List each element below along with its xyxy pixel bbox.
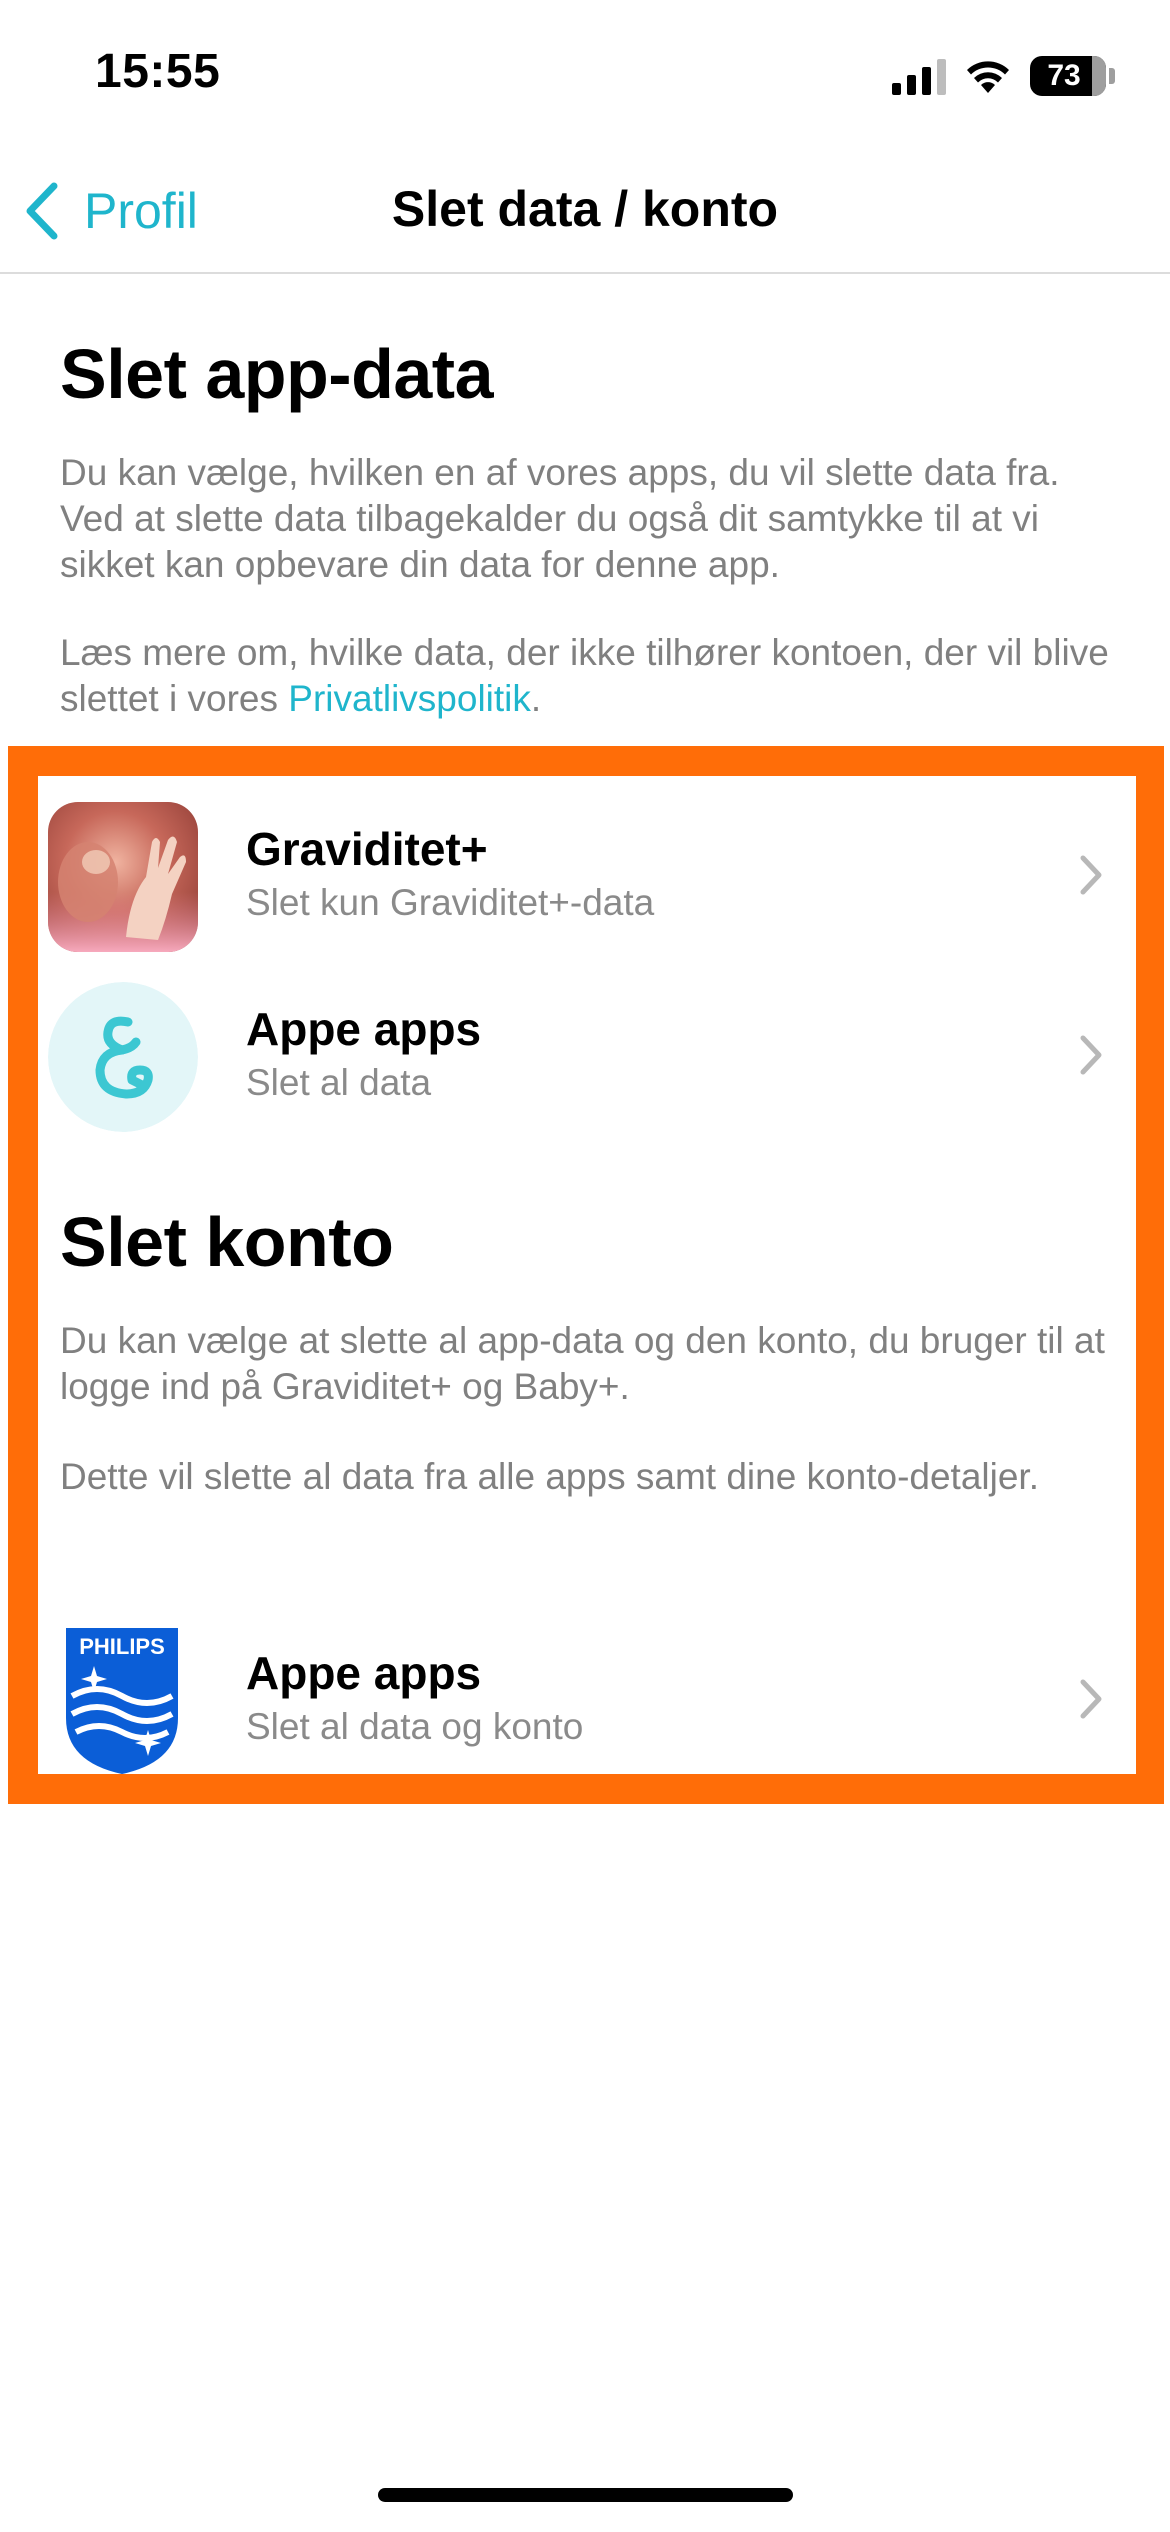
page-title: Slet data / konto [391,181,779,237]
delete-app-data-description: Du kan vælge, hvilken en af vores apps, … [60,452,1060,585]
wifi-icon [967,61,1009,93]
navigation-bar: Profil Slet data / konto [0,150,1170,274]
status-icons: 73 [892,52,1115,100]
status-time: 15:55 [95,45,221,98]
privacy-policy-link[interactable]: Privatlivspolitik [288,678,531,719]
status-bar: 15:55 73 [0,0,1170,150]
home-indicator [378,2488,793,2502]
screen: 15:55 73 Profil Slet data / konto Slet a… [0,0,1170,2532]
section-title-delete-app-data: Slet app-data [60,335,494,413]
privacy-text: Læs mere om, hvilke data, der ikke tilhø… [60,632,1109,719]
highlight-frame [8,746,1164,1804]
battery-icon: 73 [1030,56,1115,96]
battery-level: 73 [1047,59,1081,92]
privacy-suffix: . [530,678,542,719]
privacy-paragraph: Læs mere om, hvilke data, der ikke tilhø… [60,630,1110,722]
cellular-signal-icon [892,57,946,95]
